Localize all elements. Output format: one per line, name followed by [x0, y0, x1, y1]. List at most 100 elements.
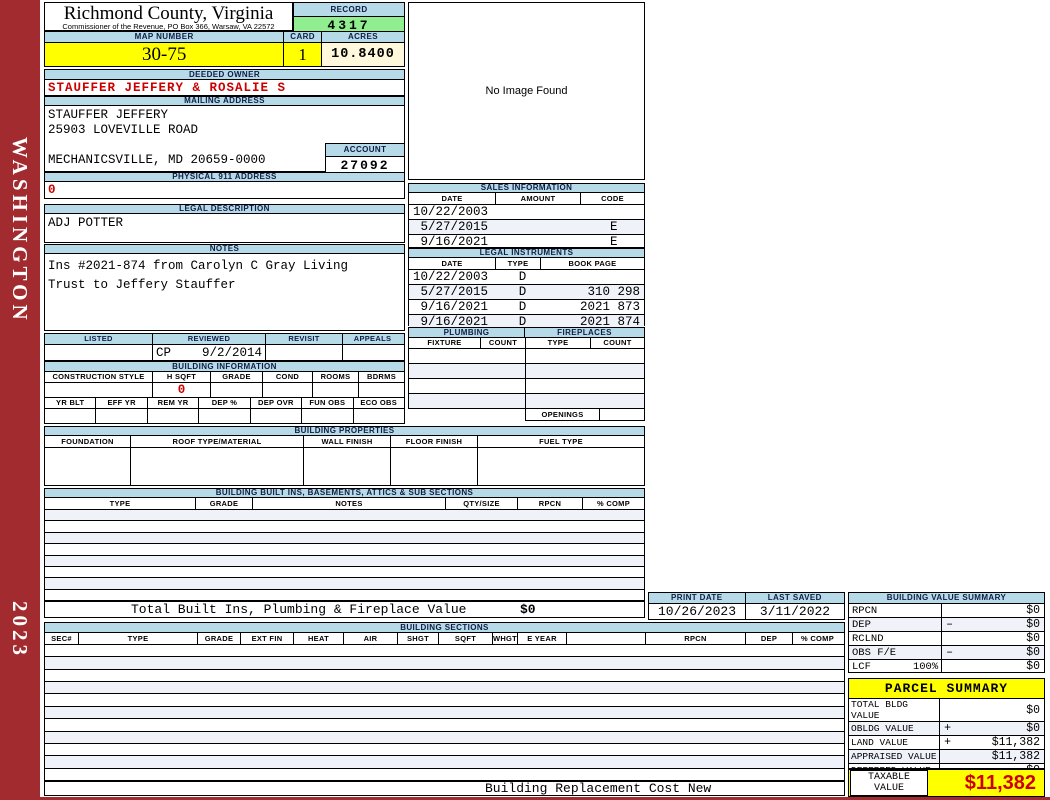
instruments-col-type: TYPE	[496, 258, 541, 269]
parcel-op: +	[944, 736, 952, 749]
reviewed-by: CP	[156, 345, 172, 360]
bs-col-eyear: E YEAR	[518, 633, 567, 644]
instrument-type: D	[518, 285, 527, 299]
builtins-col-notes: NOTES	[253, 498, 446, 509]
parcel-summary-title: PARCEL SUMMARY	[848, 678, 1045, 699]
bs-col-spacer	[567, 633, 646, 644]
parcel-label: LAND VALUE	[849, 736, 941, 749]
sidebar-year-label: 2023	[8, 600, 32, 659]
construction-style-value	[45, 383, 153, 397]
bi-col-funobs: FUN OBS	[302, 398, 354, 408]
foundation-value	[45, 448, 131, 485]
plumbing-row	[409, 364, 644, 379]
deppct-value	[199, 409, 251, 423]
instrument-book: 2021 873	[579, 300, 640, 314]
instrument-type: D	[518, 270, 527, 284]
instrument-date: 10/22/2003	[413, 270, 489, 284]
review-header-row: LISTED REVIEWED REVISIT APPEALS	[44, 333, 405, 345]
review-col-listed: LISTED	[45, 334, 153, 344]
parcel-value: $11,382	[991, 750, 1040, 763]
physical-address-label: PHYSICAL 911 ADDRESS	[44, 172, 405, 182]
hsqft-value: 0	[153, 383, 211, 397]
fireplace-cell	[526, 394, 644, 408]
bvs-value: $0	[1026, 632, 1040, 645]
builtins-col-grade: GRADE	[196, 498, 253, 509]
instrument-row: 10/22/2003 D	[409, 270, 644, 285]
openings-value	[600, 409, 645, 421]
parcel-value: $0	[1026, 722, 1040, 735]
taxable-value-amount: $11,382	[964, 771, 1036, 794]
building-information-title: BUILDING INFORMATION	[44, 361, 405, 372]
bp-col-wall: WALL FINISH	[304, 436, 391, 447]
bvs-label: LCF	[852, 660, 871, 673]
effyr-value	[96, 409, 148, 423]
bs-empty-row	[45, 670, 844, 683]
bvs-row: LCF 100% $0	[849, 660, 1044, 673]
parcel-value: $11,382	[991, 736, 1040, 749]
floor-finish-value	[391, 448, 478, 485]
bs-empty-row	[45, 682, 844, 695]
parcel-value: $0	[1026, 703, 1040, 717]
bs-col-dep: DEP	[746, 633, 793, 644]
building-info-header1: CONSTRUCTION STYLE H SQFT GRADE COND ROO…	[44, 372, 405, 383]
bp-col-foundation: FOUNDATION	[45, 436, 131, 447]
plumbing-cell	[409, 379, 526, 393]
appeals-value	[343, 345, 400, 360]
depovr-value	[251, 409, 303, 423]
bp-col-roof: ROOF TYPE/MATERIAL	[131, 436, 304, 447]
notes-box: Ins #2021-874 from Carolyn C Gray Living…	[44, 254, 405, 331]
built-ins-rows	[44, 510, 645, 601]
building-value-summary-title: BUILDING VALUE SUMMARY	[848, 592, 1045, 604]
instruments-title: LEGAL INSTRUMENTS	[408, 248, 645, 258]
building-replacement-cost-label: Building Replacement Cost New	[485, 781, 712, 796]
building-value-summary-rows: RPCN $0 DEP – $0 RCLND $0 OBS F/E – $0 LCF…	[848, 604, 1045, 673]
parcel-row: LAND VALUE + $11,382	[849, 736, 1044, 750]
revisit-value	[266, 345, 343, 360]
physical-address-value: 0	[44, 182, 405, 199]
bi-col-depovr: DEP OVR	[251, 398, 303, 408]
plumbing-cell	[409, 394, 526, 408]
built-ins-empty-row	[45, 521, 644, 533]
plumbing-fireplaces-rows	[408, 349, 645, 409]
legal-description-value: ADJ POTTER	[44, 214, 405, 243]
bi-value-row: 0	[45, 383, 404, 397]
bvs-value: $0	[1026, 660, 1040, 673]
bvs-label: RPCN	[852, 604, 878, 617]
bvs-row: OBS F/E – $0	[849, 646, 1044, 660]
bs-col-rpcn: RPCN	[646, 633, 746, 644]
map-number-label: MAP NUMBER	[44, 31, 285, 43]
building-info-header2: YR BLT EFF YR REM YR DEP % DEP OVR FUN O…	[44, 398, 405, 409]
sidebar-county-label: WASHINGTON	[8, 136, 32, 324]
bvs-label: RCLND	[852, 632, 884, 645]
sales-date: 10/22/2003	[413, 205, 489, 219]
ecoobs-value	[354, 409, 404, 423]
openings-label: OPENINGS	[525, 409, 600, 421]
map-value-row: 30-75 1 10.8400	[44, 43, 405, 67]
bdrms-value	[359, 383, 402, 397]
fireplace-cell	[526, 349, 644, 363]
sales-col-date: DATE	[409, 193, 496, 204]
card-value: 1	[284, 43, 322, 67]
plumbing-row	[409, 379, 644, 394]
bvs-label: DEP	[852, 618, 871, 631]
sales-code: E	[609, 235, 618, 249]
bs-empty-row	[45, 756, 844, 769]
bs-empty-row	[45, 731, 844, 744]
notes-label: NOTES	[44, 244, 405, 254]
bvs-row: RCLND $0	[849, 632, 1044, 646]
built-ins-empty-row	[45, 590, 644, 600]
parcel-row: OBLDG VALUE + $0	[849, 722, 1044, 736]
parcel-label: TOTAL BLDG VALUE	[849, 699, 941, 721]
bvs-value: $0	[1026, 604, 1040, 617]
instrument-type: D	[518, 300, 527, 314]
building-info-values2	[44, 409, 405, 424]
plumbing-cell	[409, 364, 526, 378]
built-ins-empty-row	[45, 578, 644, 590]
property-image-panel: No Image Found	[408, 2, 645, 180]
deeded-owner-value: STAUFFER JEFFERY & ROSALIE S	[44, 80, 405, 96]
remyr-value	[148, 409, 200, 423]
account-box: ACCOUNT 27092	[325, 143, 405, 175]
sales-date: 9/16/2021	[413, 235, 489, 249]
bi-col-ecoobs: ECO OBS	[360, 398, 398, 408]
instruments-header-row: DATE TYPE BOOK PAGE	[408, 258, 645, 270]
